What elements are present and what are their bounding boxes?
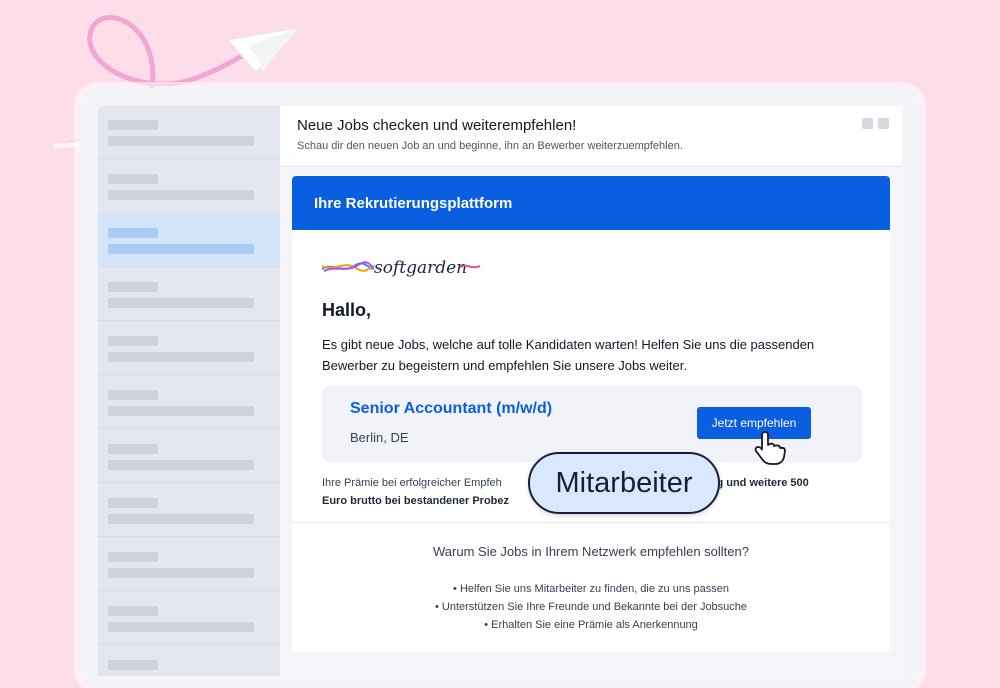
sidebar-item[interactable] [98,376,280,429]
main-panel: Neue Jobs checken und weiterempfehlen! S… [280,106,902,676]
sidebar [98,106,280,676]
email-body: Ihre Rekrutierungsplattform softgarden H… [292,176,890,652]
sidebar-item[interactable] [98,646,280,676]
app-window: Neue Jobs checken und weiterempfehlen! S… [80,88,920,688]
intro-text: Es gibt neue Jobs, welche auf tolle Kand… [322,337,815,373]
why-title: Warum Sie Jobs in Ihrem Netzwerk empfehl… [433,544,749,559]
job-title[interactable]: Senior Accountant (m/w/d) [350,400,552,418]
job-location: Berlin, DE [350,430,409,445]
message-title: Neue Jobs checken und weiterempfehlen! [297,117,577,134]
sidebar-item[interactable] [98,268,280,321]
softgarden-logo: softgarden [322,258,481,278]
message-header: Neue Jobs checken und weiterempfehlen! S… [280,106,902,167]
hand-pointer-icon [754,431,786,465]
sidebar-item-active[interactable] [98,214,280,267]
svg-text:softgarden: softgarden [374,258,467,278]
reasons-list: Helfen Sie uns Mitarbeiter zu finden, di… [292,580,890,634]
list-item: Erhalten Sie eine Prämie als Anerkennung [292,616,890,634]
sidebar-item[interactable] [98,430,280,483]
list-item: Unterstützen Sie Ihre Freunde und Bekann… [292,598,890,616]
sidebar-item[interactable] [98,160,280,213]
job-card[interactable]: Senior Accountant (m/w/d) Berlin, DE Jet… [322,386,862,465]
bonus-line1-start: Ihre Prämie bei erfolgreicher Empfeh [322,477,502,489]
window-button[interactable] [878,118,889,129]
paper-plane-icon [227,27,300,73]
email-banner: Ihre Rekrutierungsplattform [292,176,890,230]
bonus-line2: Euro brutto bei bestandener Probez [322,495,510,507]
window-button[interactable] [862,118,873,129]
message-subtitle: Schau dir den neuen Job an und beginne, … [297,140,683,152]
sidebar-item[interactable] [98,322,280,375]
sidebar-item[interactable] [98,592,280,645]
mitarbeiter-badge: Mitarbeiter [528,452,720,514]
sidebar-item[interactable] [98,106,280,159]
bonus-line1-end: ng und weitere 500 [709,477,809,489]
greeting: Hallo, [322,300,372,320]
sidebar-item[interactable] [98,484,280,537]
banner-title: Ihre Rekrutierungsplattform [314,195,513,212]
list-item: Helfen Sie uns Mitarbeiter zu finden, di… [292,580,890,598]
divider [292,522,890,523]
sidebar-item[interactable] [98,538,280,591]
